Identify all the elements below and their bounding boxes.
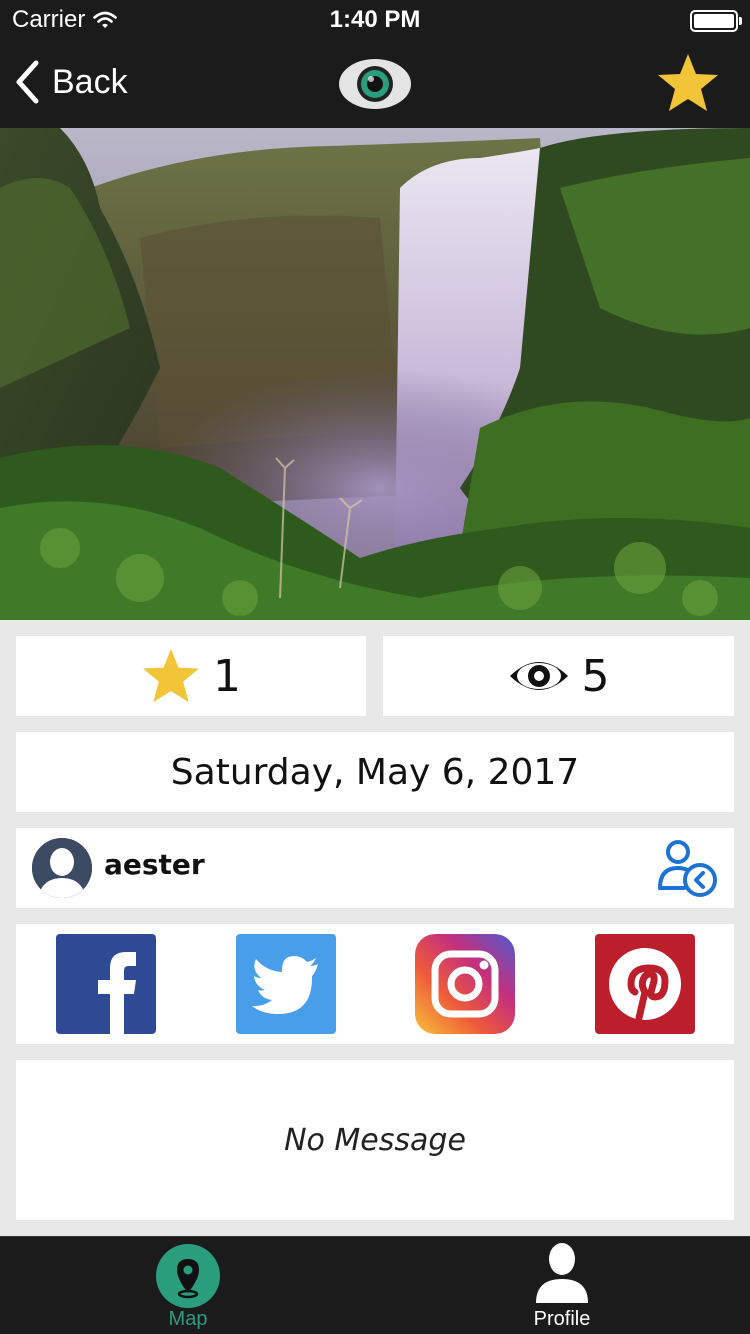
tab-profile[interactable]: Profile [462, 1237, 662, 1334]
views-count: 5 [581, 650, 610, 702]
tab-bar: Map Profile [0, 1236, 750, 1334]
message-text: No Message [284, 1122, 466, 1158]
twitter-share-button[interactable] [236, 934, 336, 1034]
battery-icon [690, 10, 742, 32]
chevron-left-icon [16, 60, 39, 104]
instagram-icon [415, 934, 515, 1034]
nav-bar: Back [0, 40, 750, 128]
avatar[interactable] [32, 838, 92, 898]
pinterest-share-button[interactable] [595, 934, 695, 1034]
facebook-icon [98, 952, 136, 1034]
stars-count: 1 [213, 650, 241, 702]
tab-map[interactable]: Map [88, 1237, 288, 1334]
pinterest-icon [609, 948, 681, 1022]
user-silhouette-icon [32, 838, 92, 898]
star-icon [142, 648, 200, 703]
status-bar: Carrier 1:40 PM [0, 0, 750, 40]
username[interactable]: aester [104, 848, 205, 881]
instagram-share-button[interactable] [415, 934, 515, 1034]
facebook-share-button[interactable] [56, 934, 156, 1034]
location-photo [0, 128, 750, 620]
map-pin-icon [156, 1244, 220, 1308]
post-date: Saturday, May 6, 2017 [170, 751, 580, 793]
date-card: Saturday, May 6, 2017 [16, 732, 734, 812]
eye-logo-icon [339, 59, 411, 109]
twitter-icon [252, 956, 318, 1014]
back-button[interactable]: Back [14, 60, 128, 104]
share-card [16, 924, 734, 1044]
waterfall-photo [0, 128, 750, 620]
user-card[interactable]: aester [16, 828, 734, 908]
status-time: 1:40 PM [329, 6, 421, 33]
tab-map-label: Map [168, 1308, 208, 1330]
message-card: No Message [16, 1060, 734, 1220]
favorite-star-icon[interactable] [656, 52, 720, 114]
stars-card: 1 [16, 636, 366, 716]
views-card: 5 [383, 636, 734, 716]
eye-icon [509, 662, 568, 690]
tab-profile-label: Profile [533, 1308, 591, 1330]
back-label: Back [52, 62, 128, 101]
follow-user-icon[interactable] [656, 838, 720, 898]
profile-icon [536, 1243, 588, 1303]
